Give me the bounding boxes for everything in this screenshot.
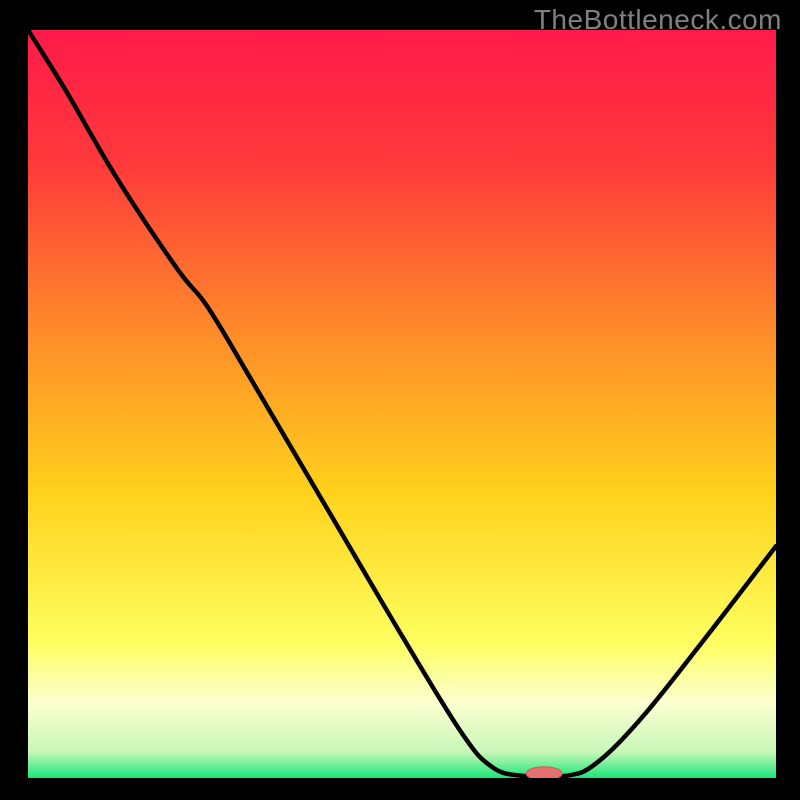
chart-container: TheBottleneck.com <box>0 0 800 800</box>
bottleneck-chart <box>0 0 800 800</box>
watermark-text: TheBottleneck.com <box>534 4 782 36</box>
plot-background <box>28 30 776 778</box>
